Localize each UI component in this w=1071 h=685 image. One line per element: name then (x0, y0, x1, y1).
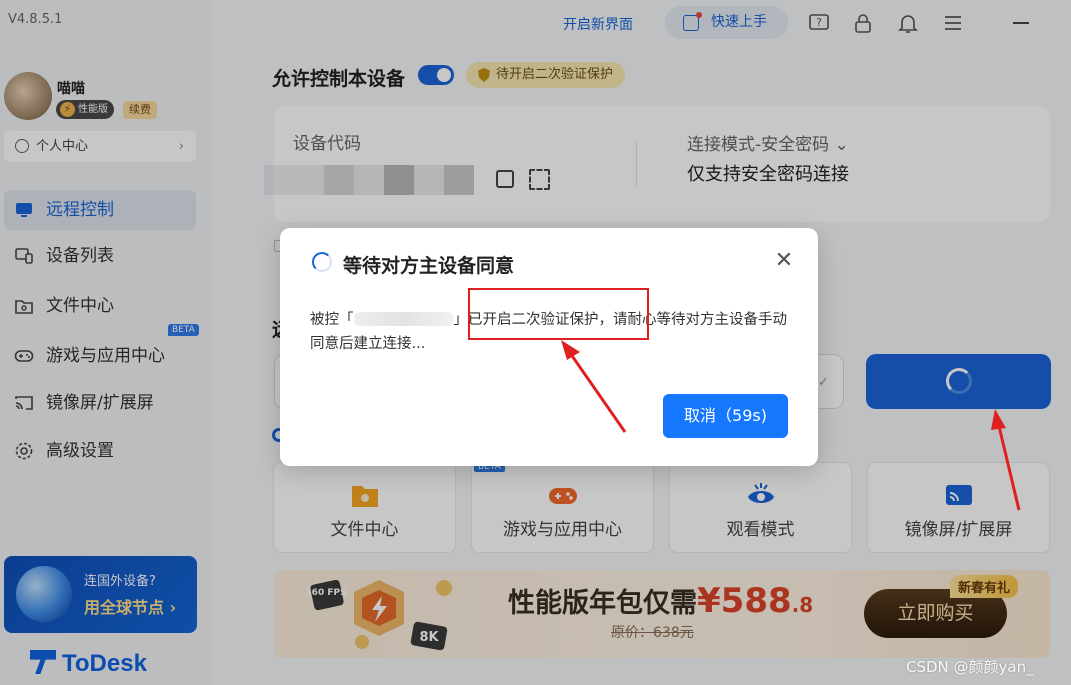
arrow-to-highlight (561, 340, 627, 433)
watermark: CSDN @颜颜yan_ (906, 658, 1034, 676)
annotation-arrows (561, 340, 1021, 511)
arrow-to-connect-button (991, 409, 1021, 511)
